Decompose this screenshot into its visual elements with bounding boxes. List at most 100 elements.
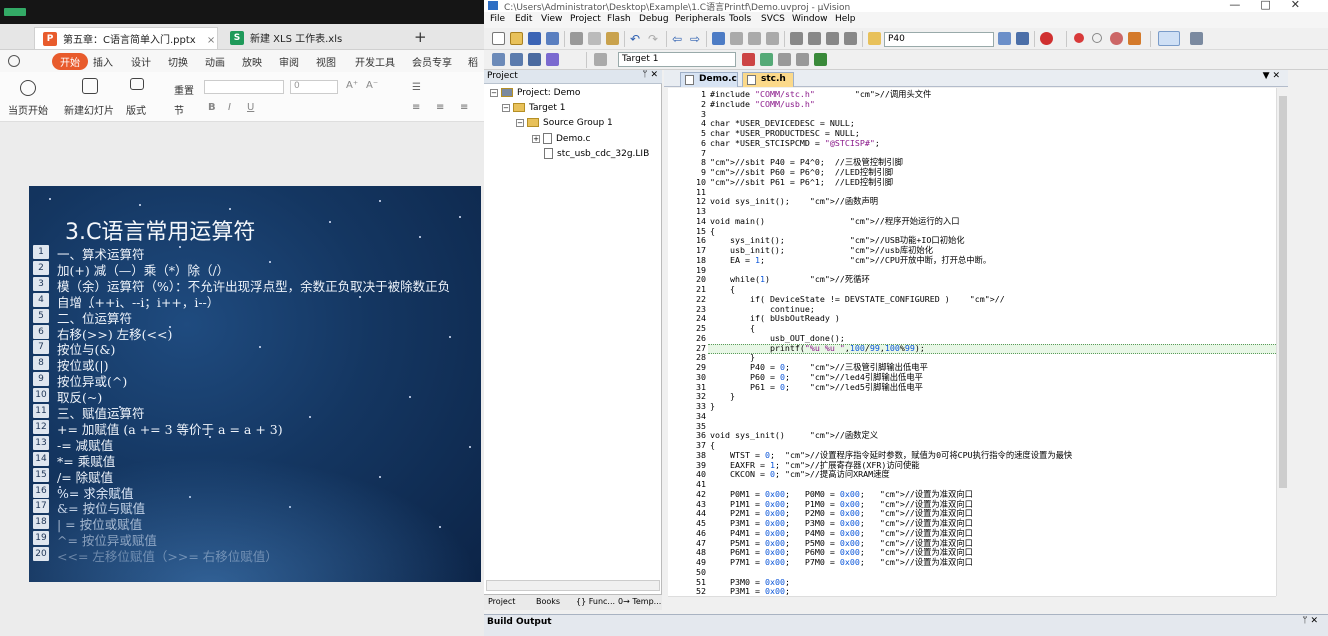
tab-list-arrows[interactable]: ▼ ✕	[1263, 71, 1280, 81]
incremental-find-icon[interactable]	[1016, 32, 1029, 45]
code-line[interactable]: "cm">//sbit P61 = P6^1; //LED控制引脚	[710, 177, 893, 188]
menu-insert[interactable]: 插入	[93, 54, 113, 69]
menu-start[interactable]: 开始	[52, 53, 88, 70]
save-all-icon[interactable]	[546, 32, 559, 45]
pin-close-icon[interactable]: ᛘ ✕	[642, 70, 658, 80]
code-line[interactable]: void main() "cm">//程序开始运行的入口	[710, 216, 960, 227]
font-grow-icon[interactable]: A⁺	[346, 80, 358, 91]
underline-button[interactable]: U	[247, 102, 254, 113]
load-icon[interactable]	[546, 53, 559, 66]
bookmark-icon[interactable]	[712, 32, 725, 45]
new-tab-button[interactable]: +	[414, 28, 427, 46]
taskbar-app-icon[interactable]	[4, 8, 26, 16]
editor-tab-demo-c[interactable]: Demo.c	[680, 72, 738, 87]
font-shrink-icon[interactable]: A⁻	[366, 80, 378, 91]
code-line[interactable]: P3M1 = 0x00;	[710, 586, 790, 596]
collapse-icon[interactable]: −	[490, 88, 498, 97]
find-in-files-icon[interactable]	[868, 32, 881, 45]
slide-canvas[interactable]: 3.C语言常用运算符 1 一、算术运算符 2 加(+) 减（—）乘（*）除（/） 3 模（…	[29, 186, 481, 582]
new-slide-icon[interactable]	[82, 78, 98, 94]
font-name-combo[interactable]	[204, 80, 284, 94]
config-icon[interactable]	[1128, 32, 1141, 45]
comment-icon[interactable]	[826, 32, 839, 45]
align-right-icon[interactable]: ≡	[460, 102, 468, 113]
layout-icon[interactable]	[130, 78, 144, 90]
translate-icon[interactable]	[492, 53, 505, 66]
menu-peripherals[interactable]: Peripherals	[675, 14, 725, 24]
menu-transition[interactable]: 切换	[168, 54, 188, 69]
layout-label[interactable]: 版式	[126, 102, 146, 117]
build-icon[interactable]	[510, 53, 523, 66]
tree-node-project[interactable]: − Project: Demo	[490, 88, 580, 98]
bold-button[interactable]: B	[208, 102, 216, 113]
align-center-icon[interactable]: ≡	[436, 102, 444, 113]
tab-project[interactable]: Project	[488, 597, 515, 606]
target-options-icon[interactable]	[742, 53, 755, 66]
play-from-current-label[interactable]: 当页开始	[8, 102, 48, 117]
stop-build-icon[interactable]	[594, 53, 607, 66]
file-extensions-icon[interactable]	[778, 53, 791, 66]
find-combo[interactable]: P40	[884, 32, 994, 47]
code-line[interactable]: P61 = 0; "cm">//led5引脚输出低电平	[710, 382, 923, 393]
menu-tools[interactable]: Tools	[729, 14, 751, 24]
tree-node-group[interactable]: − Source Group 1	[516, 118, 613, 128]
breakpoint-icon[interactable]	[1074, 33, 1084, 43]
menu-animation[interactable]: 动画	[205, 54, 225, 69]
next-bookmark-icon[interactable]	[748, 32, 761, 45]
section-label[interactable]: 节	[174, 102, 184, 117]
menu-help[interactable]: Help	[835, 14, 856, 24]
close-icon[interactable]: ×	[207, 35, 215, 46]
disable-breakpoint-icon[interactable]	[1092, 33, 1102, 43]
find-icon[interactable]	[998, 32, 1011, 45]
expand-icon[interactable]: +	[532, 134, 540, 143]
cut-icon[interactable]	[570, 32, 583, 45]
target-select[interactable]: Target 1	[618, 52, 736, 67]
menu-svcs[interactable]: SVCS	[761, 14, 785, 24]
pack-installer-icon[interactable]	[814, 53, 827, 66]
code-line[interactable]: void sys_init() "cm">//函数定义	[710, 430, 878, 441]
editor-vscrollbar[interactable]	[1276, 88, 1288, 596]
tab-functions[interactable]: {} Func...	[576, 597, 615, 606]
rebuild-icon[interactable]	[528, 53, 541, 66]
collapse-icon[interactable]: −	[516, 118, 524, 127]
pin-close-icon[interactable]: ᛘ ✕	[1302, 616, 1318, 626]
redo-icon[interactable]: ↷	[648, 32, 661, 46]
italic-button[interactable]: I	[228, 102, 231, 113]
indent-icon[interactable]	[790, 32, 803, 45]
debug-session-icon[interactable]	[1040, 32, 1053, 45]
new-slide-label[interactable]: 新建幻灯片	[64, 102, 114, 117]
code-line[interactable]: }	[710, 401, 715, 412]
undo-icon[interactable]: ↶	[630, 32, 643, 46]
reset-label[interactable]: 重置	[174, 82, 194, 97]
align-left-icon[interactable]: ≡	[412, 102, 420, 113]
play-icon[interactable]	[20, 80, 36, 96]
code-line[interactable]: char *USER_STCISPCMD = "@STCISP#";	[710, 138, 880, 149]
menu-slideshow[interactable]: 放映	[242, 54, 262, 69]
paste-icon[interactable]	[606, 32, 619, 45]
code-line[interactable]: CKCON = 0; "cm">//提高访问XRAM速度	[710, 469, 890, 480]
copy-icon[interactable]	[588, 32, 601, 45]
tree-node-target[interactable]: − Target 1	[502, 103, 565, 113]
prev-bookmark-icon[interactable]	[730, 32, 743, 45]
uncomment-icon[interactable]	[844, 32, 857, 45]
menu-flash[interactable]: Flash	[607, 14, 631, 24]
new-file-icon[interactable]	[492, 32, 505, 45]
unindent-icon[interactable]	[808, 32, 821, 45]
scroll-thumb[interactable]	[1279, 96, 1287, 488]
tab-xls[interactable]: S 新建 XLS 工作表.xls	[222, 27, 398, 49]
window-layout-icon[interactable]	[1158, 31, 1180, 46]
code-line[interactable]: #include "COMM/usb.h"	[710, 99, 815, 110]
open-folder-icon[interactable]	[510, 32, 523, 45]
code-line[interactable]: void sys_init(); "cm">//函数声明	[710, 196, 878, 207]
tree-node-lib[interactable]: stc_usb_cdc_32g.LIB	[544, 148, 649, 159]
collapse-icon[interactable]: −	[502, 103, 510, 112]
multi-project-icon[interactable]	[796, 53, 809, 66]
font-size-combo[interactable]: 0	[290, 80, 338, 94]
menu-review[interactable]: 审阅	[279, 54, 299, 69]
code-editor[interactable]: 1 #include "COMM/stc.h" "cm">//调用头文件 2 #inc…	[668, 88, 1276, 596]
editor-hscrollbar[interactable]	[668, 596, 1276, 608]
save-icon[interactable]	[528, 32, 541, 45]
menu-view[interactable]: View	[541, 14, 562, 24]
menu-project[interactable]: Project	[570, 14, 601, 24]
nav-forward-icon[interactable]: ⇨	[690, 32, 703, 46]
